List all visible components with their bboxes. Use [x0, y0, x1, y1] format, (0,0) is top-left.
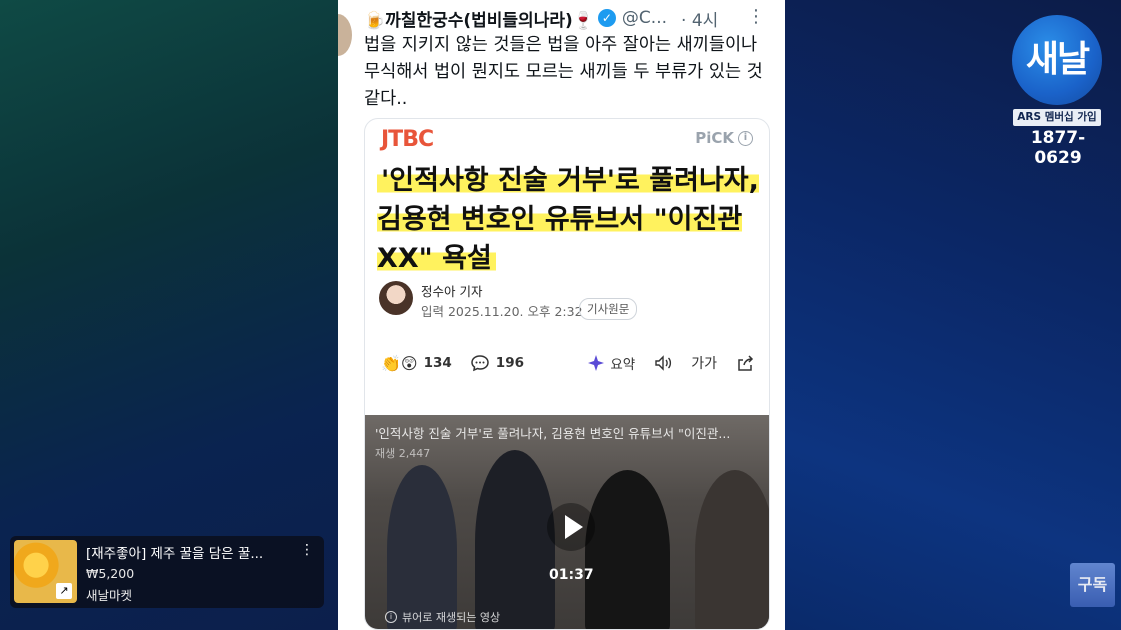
comments-button[interactable]: 196 — [470, 353, 524, 373]
article-embed[interactable]: JTBC PiCK i '인적사항 진술 거부'로 풀려나자, 김용현 변호인 … — [364, 118, 770, 630]
summary-button[interactable]: 요약 — [586, 353, 635, 373]
channel-logo: 새날 — [1012, 15, 1102, 105]
tweet-card: 🍺까칠한궁수(법비들의나라)🍷 ✓ @C... · 4시 ⋮ 법을 지키지 않는… — [338, 0, 785, 630]
video-note-text: 뷰어로 재생되는 영상 — [402, 611, 501, 624]
play-icon[interactable] — [547, 503, 595, 551]
video-title: '인적사항 진술 거부'로 풀려나자, 김용현 변호인 유튜브서 "이진관... — [375, 426, 731, 441]
video-note: i 뷰어로 재생되는 영상 — [385, 609, 500, 625]
video-views: 재생 2,447 — [375, 447, 431, 460]
product-title[interactable]: [재주좋아] 제주 꿀을 담은 꿀... — [86, 542, 286, 562]
jtbc-logo: JTBC — [381, 127, 434, 152]
product-price: ₩5,200 — [86, 566, 135, 581]
speaker-icon[interactable] — [653, 353, 673, 373]
share-icon[interactable] — [735, 353, 755, 373]
verified-badge-icon: ✓ — [597, 9, 616, 27]
external-link-icon[interactable]: ↗ — [56, 583, 72, 599]
ars-membership-label: ARS 멤버십 가입 — [1013, 109, 1101, 126]
more-options-icon[interactable]: ⋮ — [300, 542, 314, 558]
tweet-header: 🍺까칠한궁수(법비들의나라)🍷 ✓ @C... · 4시 ⋮ — [364, 6, 765, 31]
author-name[interactable]: 🍺까칠한궁수(법비들의나라)🍷 — [364, 6, 594, 31]
comment-count: 196 — [495, 355, 524, 371]
article-stats-bar: 👏😲 134 196 요약 가가 — [381, 351, 755, 375]
reaction-emoji-icon: 👏😲 — [381, 353, 418, 373]
reporter-name: 정수아 기자 — [421, 284, 483, 299]
sparkle-icon — [588, 355, 605, 371]
article-date: 입력 2025.11.20. 오후 2:32 — [421, 304, 583, 319]
info-icon[interactable]: i — [738, 130, 753, 146]
reporter-avatar — [379, 281, 413, 315]
more-options-icon[interactable]: ⋮ — [747, 6, 765, 27]
subscribe-button[interactable]: 구독 — [1070, 563, 1115, 607]
product-ad[interactable]: ↗ [재주좋아] 제주 꿀을 담은 꿀... ₩5,200 새날마켓 ⋮ — [10, 536, 324, 608]
summary-label: 요약 — [610, 357, 636, 373]
article-tools: 요약 가가 — [586, 353, 755, 373]
tweet-time[interactable]: · 4시 — [681, 6, 718, 31]
author-handle[interactable]: @C... — [622, 8, 667, 28]
video-duration: 01:37 — [549, 567, 594, 583]
phone-number: 1877-0629 — [1030, 128, 1086, 168]
font-size-button[interactable]: 가가 — [691, 353, 717, 373]
reactions-button[interactable]: 👏😲 134 — [381, 354, 452, 373]
original-article-button[interactable]: 기사원문 — [579, 298, 638, 320]
reaction-count: 134 — [423, 355, 452, 371]
pick-text: PiCK — [695, 129, 734, 147]
article-headline[interactable]: '인적사항 진술 거부'로 풀려나자, 김용현 변호인 유튜브서 "이진관 XX… — [377, 161, 767, 278]
video-person — [585, 470, 670, 629]
pick-label: PiCK i — [695, 129, 753, 147]
headline-text: '인적사항 진술 거부'로 풀려나자, 김용현 변호인 유튜브서 "이진관 XX… — [377, 165, 759, 274]
tweet-text: 법을 지키지 않는 것들은 법을 아주 잘아는 새끼들이나 무식해서 법이 뭔지… — [364, 35, 763, 109]
video-person — [475, 450, 555, 629]
comment-icon — [471, 355, 489, 372]
video-person — [695, 470, 769, 629]
author-avatar[interactable] — [338, 14, 352, 56]
product-seller: 새날마켓 — [86, 588, 133, 603]
video-person — [387, 465, 457, 629]
info-icon: i — [385, 611, 397, 623]
video-player[interactable]: '인적사항 진술 거부'로 풀려나자, 김용현 변호인 유튜브서 "이진관...… — [365, 415, 769, 629]
